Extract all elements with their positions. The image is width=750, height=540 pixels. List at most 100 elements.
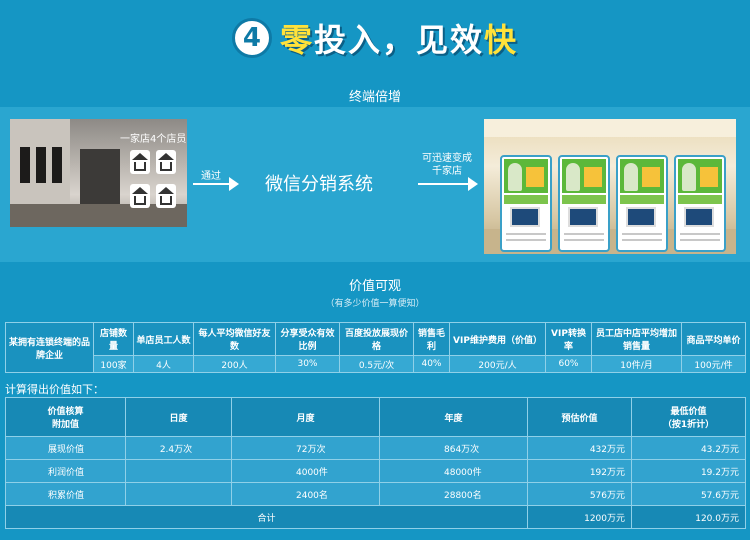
calc-header-last: 最低价值 （按1折计） xyxy=(631,397,746,437)
phone-mockup xyxy=(558,155,610,252)
calc-row-label: 利润价值 xyxy=(5,459,126,483)
calc-total-estimated: 1200万元 xyxy=(527,505,632,529)
calc-cell-daily: 2.4万次 xyxy=(125,436,232,460)
calc-table-row: 积累价值 2400名 28800名 576万元 57.6万元 xyxy=(5,482,746,506)
tablet-image xyxy=(510,207,540,227)
text-line xyxy=(506,233,546,235)
promo-tag xyxy=(642,167,660,187)
calc-header-cell: 月度 xyxy=(231,397,380,437)
title-highlight: 零 xyxy=(279,21,314,59)
promo-tag xyxy=(526,167,544,187)
title-yellow: 快 xyxy=(484,21,519,59)
section-subtitle-value: （有多少价值一算便知） xyxy=(325,299,425,309)
text-line xyxy=(622,239,662,241)
phone-banner xyxy=(504,159,548,193)
values-cell: 40% xyxy=(413,355,450,373)
calc-table: 价值核算 附加值 日度 月度 年度 预估价值 最低价值 （按1折计） 展现价值 … xyxy=(5,397,746,529)
calc-cell-minimum: 57.6万元 xyxy=(631,482,746,506)
values-header-cell: 每人平均微信好友数 xyxy=(193,322,276,356)
calc-table-row: 展现价值 2.4万次 72万次 864万次 432万元 43.2万元 xyxy=(5,436,746,460)
calc-cell-monthly: 2400名 xyxy=(231,482,380,506)
garment xyxy=(36,147,46,183)
values-cell: 200人 xyxy=(193,355,276,373)
calc-cell-estimated: 192万元 xyxy=(527,459,632,483)
values-header-cell: 分享受众有效比例 xyxy=(275,322,340,356)
right-arrow-icon xyxy=(418,177,478,191)
system-label: 微信分销系统 xyxy=(265,174,373,195)
calc-title: 计算得出价值如下： xyxy=(5,383,104,396)
phone-mockup xyxy=(500,155,552,252)
values-cell: 10件/月 xyxy=(591,355,682,373)
section-title-value: 价值可观 xyxy=(348,279,401,294)
phone-icon-row xyxy=(504,195,548,204)
calc-cell-minimum: 19.2万元 xyxy=(631,459,746,483)
shop-icon xyxy=(156,150,176,174)
values-cell: 30% xyxy=(275,355,340,373)
right-arrow-icon xyxy=(193,177,239,191)
calc-cell-estimated: 576万元 xyxy=(527,482,632,506)
model-figure xyxy=(624,163,638,191)
calc-row-label: 积累价值 xyxy=(5,482,126,506)
values-cell: 60% xyxy=(545,355,592,373)
text-line xyxy=(564,233,604,235)
tablet-image xyxy=(568,207,598,227)
text-line xyxy=(622,233,662,235)
phone-icon-row xyxy=(562,195,606,204)
quick-label: 可迅速变成 千家店 xyxy=(412,152,482,178)
shop-icons-group xyxy=(130,150,180,222)
values-table-row: 100家 4人 200人 30% 0.5元/次 40% 200元/人 60% 1… xyxy=(6,355,746,373)
title-text: 零投入，见效快 xyxy=(280,15,518,61)
calc-header-first-line1: 价值核算 xyxy=(47,407,84,417)
phone-icon-row xyxy=(678,195,722,204)
calc-header-cell: 年度 xyxy=(379,397,528,437)
calc-cell-daily xyxy=(125,482,232,506)
calc-table-header-row: 价值核算 附加值 日度 月度 年度 预估价值 最低价值 （按1折计） xyxy=(5,397,746,437)
calc-cell-minimum: 43.2万元 xyxy=(631,436,746,460)
model-figure xyxy=(682,163,696,191)
values-header-cell: 员工店中店平均增加销售量 xyxy=(591,322,682,356)
title-white: 投入，见效 xyxy=(313,21,484,59)
mall-ceiling xyxy=(484,119,736,137)
values-header-cell: 单店员工人数 xyxy=(133,322,194,356)
calc-total-minimum: 120.0万元 xyxy=(631,505,746,529)
phone-icon-row xyxy=(620,195,664,204)
calc-table-row: 利润价值 4000件 48000件 192万元 19.2万元 xyxy=(5,459,746,483)
values-header-cell: 百度投放展现价格 xyxy=(339,322,414,356)
values-cell: 100家 xyxy=(93,355,134,373)
calc-cell-daily xyxy=(125,459,232,483)
calc-cell-monthly: 72万次 xyxy=(231,436,380,460)
tablet-image xyxy=(684,207,714,227)
values-header-cell: VIP维护费用（价值） xyxy=(449,322,546,356)
calc-total-row: 合计 1200万元 120.0万元 xyxy=(5,505,746,529)
values-header-cell: 销售毛利 xyxy=(413,322,450,356)
via-label: 通过 xyxy=(201,171,221,182)
calc-cell-yearly: 864万次 xyxy=(379,436,528,460)
garment xyxy=(20,147,30,183)
values-header-cell: 店铺数量 xyxy=(93,322,134,356)
garment xyxy=(52,147,62,183)
store-label: 一家店4个店员 xyxy=(120,134,187,145)
store-rack xyxy=(80,149,120,209)
model-figure xyxy=(566,163,580,191)
calc-header-cell: 预估价值 xyxy=(527,397,632,437)
promo-tag xyxy=(700,167,718,187)
text-line xyxy=(506,239,546,241)
phone-banner xyxy=(562,159,606,193)
quick-label-line1: 可迅速变成 xyxy=(422,153,472,164)
values-row-header: 某拥有连锁终端的品牌企业 xyxy=(5,322,94,373)
values-header-cell: 商品平均单价 xyxy=(681,322,746,356)
calc-header-first-line2: 附加值 xyxy=(51,420,79,430)
model-figure xyxy=(508,163,522,191)
calc-total-label: 合计 xyxy=(5,505,528,529)
promo-tag xyxy=(584,167,602,187)
shop-icon xyxy=(130,150,150,174)
text-line xyxy=(680,233,720,235)
calc-header-cell: 日度 xyxy=(125,397,232,437)
phone-mockup xyxy=(616,155,668,252)
calc-cell-yearly: 28800名 xyxy=(379,482,528,506)
calc-row-label: 展现价值 xyxy=(5,436,126,460)
phone-banner xyxy=(620,159,664,193)
values-cell: 0.5元/次 xyxy=(339,355,414,373)
values-cell: 200元/人 xyxy=(449,355,546,373)
phone-banner xyxy=(678,159,722,193)
